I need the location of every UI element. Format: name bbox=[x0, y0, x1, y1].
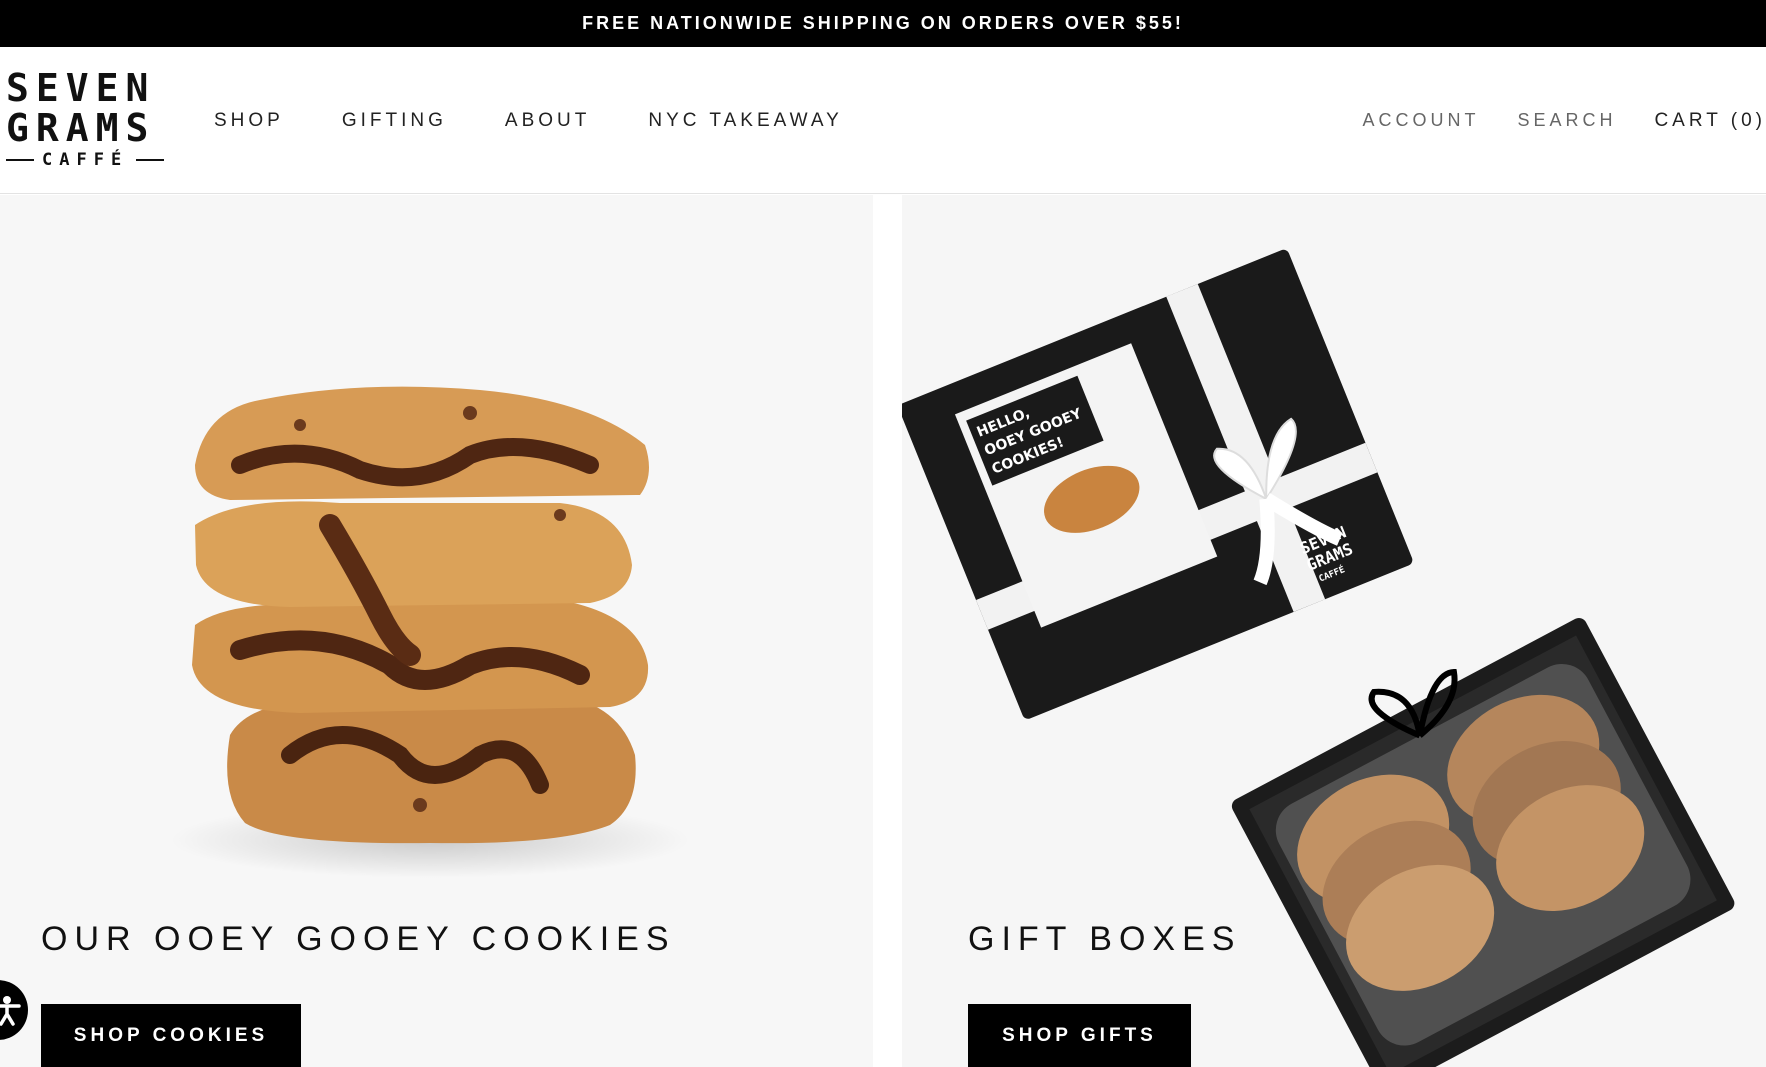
announcement-bar: FREE NATIONWIDE SHIPPING ON ORDERS OVER … bbox=[0, 0, 1766, 47]
accessibility-icon bbox=[0, 996, 21, 1026]
account-nav: ACCOUNT SEARCH CART (0) bbox=[1324, 110, 1766, 132]
cookies-title: OUR OOEY GOOEY COOKIES bbox=[41, 920, 676, 958]
stacked-cookies-image bbox=[170, 386, 690, 878]
announcement-text: FREE NATIONWIDE SHIPPING ON ORDERS OVER … bbox=[582, 13, 1184, 33]
nav-about[interactable]: ABOUT bbox=[505, 110, 590, 132]
shop-gifts-button[interactable]: SHOP GIFTS bbox=[968, 1004, 1191, 1067]
site-header: SEVEN GRAMS CAFFÉ SHOP GIFTING ABOUT NYC… bbox=[0, 47, 1766, 194]
logo-rule-left bbox=[6, 159, 34, 161]
logo-line-3: CAFFÉ bbox=[6, 150, 166, 170]
logo-caffe: CAFFÉ bbox=[42, 150, 129, 170]
nav-shop[interactable]: SHOP bbox=[214, 110, 284, 132]
gifts-title: GIFT BOXES bbox=[968, 920, 1242, 958]
cookies-panel[interactable]: OUR OOEY GOOEY COOKIES SHOP COOKIES bbox=[0, 195, 873, 1067]
logo-line-1: SEVEN bbox=[6, 66, 156, 110]
search-link[interactable]: SEARCH bbox=[1517, 110, 1616, 132]
nav-gifting[interactable]: GIFTING bbox=[342, 110, 447, 132]
cart-link[interactable]: CART (0) bbox=[1654, 110, 1766, 132]
account-link[interactable]: ACCOUNT bbox=[1362, 110, 1479, 132]
logo-rule-right bbox=[136, 159, 165, 161]
main-nav: SHOP GIFTING ABOUT NYC TAKEAWAY bbox=[214, 110, 901, 132]
nav-nyc-takeaway[interactable]: NYC TAKEAWAY bbox=[648, 110, 842, 132]
site-logo[interactable]: SEVEN GRAMS CAFFÉ bbox=[6, 68, 166, 174]
shop-cookies-button[interactable]: SHOP COOKIES bbox=[41, 1004, 301, 1067]
logo-line-2: GRAMS bbox=[6, 106, 156, 150]
gifts-panel[interactable]: HELLO, OOEY GOOEY COOKIES! SEVEN GRAMS C… bbox=[902, 195, 1766, 1067]
